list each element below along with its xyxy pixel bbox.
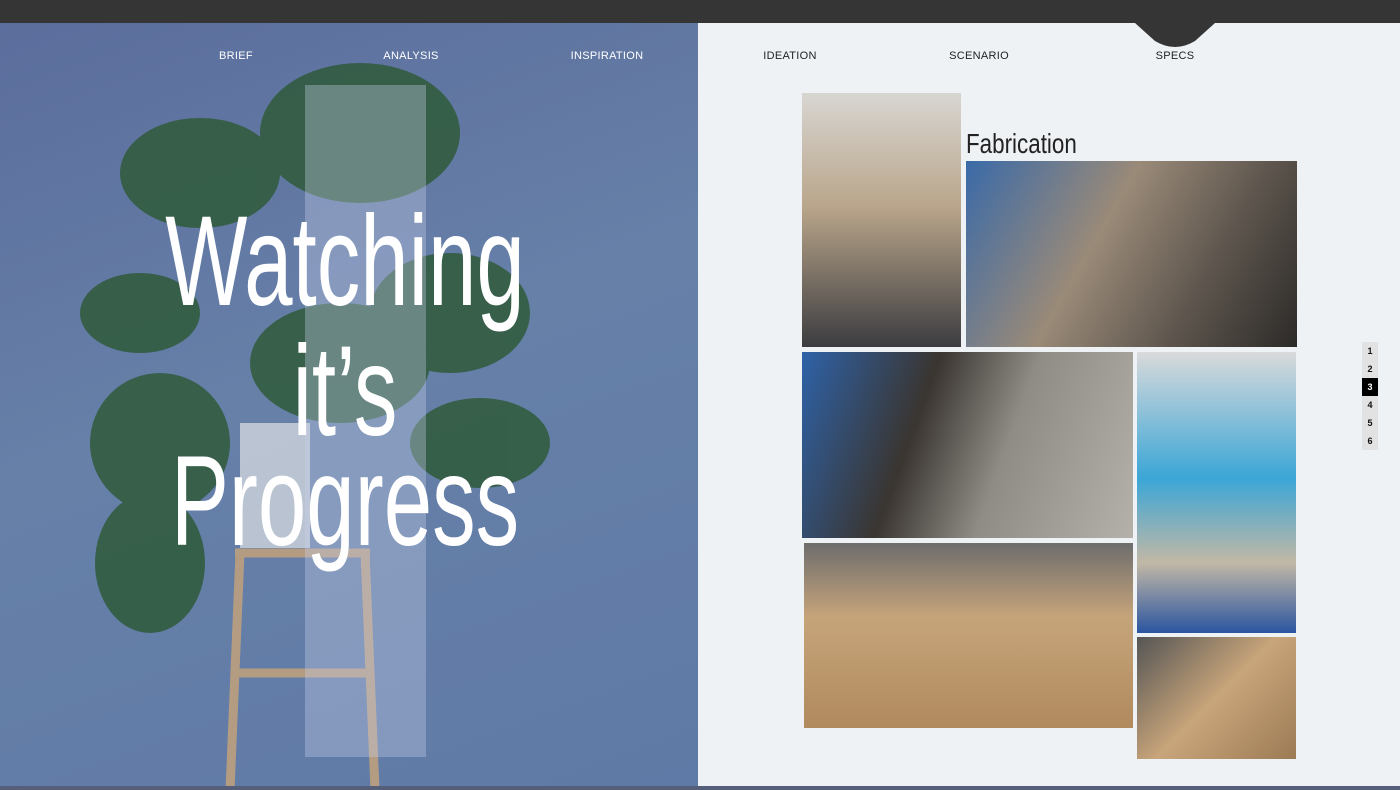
hero-line-3: Progress bbox=[170, 430, 520, 573]
hero-panel: Watching it’s Progress bbox=[0, 23, 698, 790]
photo-frame-on-table bbox=[804, 543, 1133, 728]
nav-inspiration[interactable]: INSPIRATION bbox=[571, 50, 644, 62]
nav-specs[interactable]: SPECS bbox=[1156, 50, 1195, 62]
page-3-active[interactable]: 3 bbox=[1362, 378, 1378, 396]
nav-analysis[interactable]: ANALYSIS bbox=[383, 50, 438, 62]
page-6[interactable]: 6 bbox=[1362, 432, 1378, 450]
photo-mdf-part bbox=[1137, 637, 1296, 759]
page-5[interactable]: 5 bbox=[1362, 414, 1378, 432]
top-bar bbox=[0, 0, 1400, 23]
page-4[interactable]: 4 bbox=[1362, 396, 1378, 414]
nav-ideation[interactable]: IDEATION bbox=[763, 50, 817, 62]
page-indicator: 1 2 3 4 5 6 bbox=[1362, 342, 1378, 450]
nav-scenario[interactable]: SCENARIO bbox=[949, 50, 1009, 62]
photo-welding bbox=[966, 161, 1297, 347]
page-1[interactable]: 1 bbox=[1362, 342, 1378, 360]
section-title: Fabrication bbox=[966, 128, 1077, 159]
bottom-bar bbox=[0, 786, 1400, 790]
nav-brief[interactable]: BRIEF bbox=[219, 50, 253, 62]
photo-man-assembling-frame bbox=[1137, 352, 1296, 633]
page-2[interactable]: 2 bbox=[1362, 360, 1378, 378]
photo-man-holding-paper bbox=[802, 93, 961, 347]
hero-line-1: Watching bbox=[165, 190, 525, 333]
photo-grinding bbox=[802, 352, 1133, 538]
active-tab-notch bbox=[1135, 23, 1215, 47]
